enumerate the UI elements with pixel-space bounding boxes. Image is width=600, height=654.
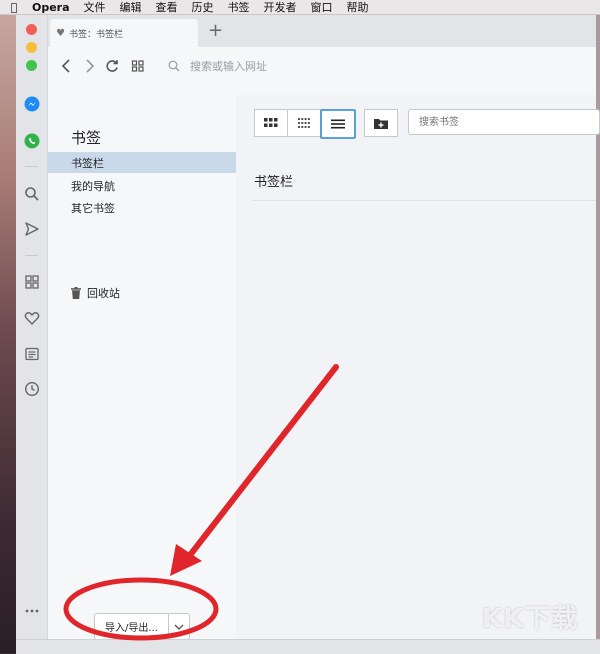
grid-small-icon: [298, 118, 310, 128]
menu-edit[interactable]: 编辑: [120, 0, 142, 15]
menu-window[interactable]: 窗口: [311, 0, 333, 15]
new-tab-button[interactable]: +: [208, 21, 223, 41]
view-list-button[interactable]: [320, 109, 356, 139]
trash-icon: [71, 287, 81, 299]
tab-bar: ♥ 书签：书签栏 +: [48, 15, 596, 47]
import-export-button[interactable]: 导入/导出...: [94, 613, 190, 640]
desktop-wallpaper: [0, 15, 16, 653]
new-folder-button[interactable]: [364, 109, 398, 137]
bookmark-search-field[interactable]: [408, 109, 600, 135]
history-clock-icon[interactable]: [22, 379, 42, 399]
folder-label: 我的导航: [71, 179, 115, 193]
menu-history[interactable]: 历史: [192, 0, 214, 15]
folder-label: 书签栏: [71, 156, 104, 170]
watermark-logo: KK下载: [482, 604, 579, 634]
back-button[interactable]: [58, 58, 74, 74]
view-small-grid-button[interactable]: [287, 109, 321, 137]
folder-label: 其它书签: [71, 201, 115, 215]
menu-file[interactable]: 文件: [84, 0, 106, 15]
window-bottom-edge: [16, 639, 600, 654]
messenger-icon[interactable]: [22, 94, 42, 114]
menu-help[interactable]: 帮助: [347, 0, 369, 15]
more-icon[interactable]: [22, 601, 42, 621]
tabs-grid-button[interactable]: [130, 58, 146, 74]
reload-button[interactable]: [104, 58, 120, 74]
address-bar[interactable]: 搜索或输入网址: [168, 53, 588, 79]
import-export-label: 导入/导出...: [105, 623, 158, 634]
add-folder-icon: [374, 118, 388, 129]
trash-label: 回收站: [87, 287, 120, 300]
bookmarks-content: 书签栏: [236, 95, 600, 639]
news-icon[interactable]: [22, 344, 42, 364]
folder-my-navigation[interactable]: 我的导航: [48, 175, 236, 196]
search-icon: [168, 60, 180, 72]
sidebar-divider: [25, 255, 38, 256]
send-icon[interactable]: [22, 219, 42, 239]
trash-folder[interactable]: 回收站: [71, 285, 120, 301]
list-icon: [331, 119, 345, 129]
close-window-button[interactable]: [26, 24, 37, 35]
menu-view[interactable]: 查看: [156, 0, 178, 15]
tab-bookmarks[interactable]: ♥ 书签：书签栏: [50, 19, 198, 47]
search-icon[interactable]: [22, 184, 42, 204]
bookmarks-panel: 书签 书签栏 我的导航 其它书签 回收站 导入/导出...: [48, 95, 237, 640]
mac-menubar:  Opera 文件 编辑 查看 历史 书签 开发者 窗口 帮助: [0, 0, 600, 15]
heart-icon[interactable]: [22, 308, 42, 328]
chevron-down-icon[interactable]: [168, 614, 189, 639]
panel-title: 书签: [71, 129, 102, 147]
bookmark-search-input[interactable]: [417, 115, 591, 129]
menu-app-opera[interactable]: Opera: [32, 1, 70, 14]
apple-icon[interactable]: : [6, 1, 22, 14]
folder-bookmarks-bar[interactable]: 书签栏: [48, 152, 236, 173]
minimize-window-button[interactable]: [26, 42, 37, 53]
opera-sidebar: [16, 15, 48, 639]
menu-developer[interactable]: 开发者: [264, 0, 297, 15]
heart-icon: ♥: [56, 27, 65, 39]
sidebar-divider: [25, 166, 38, 167]
grid-large-icon: [264, 118, 278, 127]
address-placeholder: 搜索或输入网址: [190, 60, 267, 73]
opera-window: ♥ 书签：书签栏 + 搜索或输入网址 书签 书签栏 我的导航 其它书签 回收站 …: [16, 15, 600, 640]
folder-heading: 书签栏: [254, 175, 294, 190]
speed-dial-icon[interactable]: [22, 272, 42, 292]
forward-button[interactable]: [82, 58, 98, 74]
whatsapp-icon[interactable]: [22, 131, 42, 151]
divider: [252, 200, 596, 201]
view-large-grid-button[interactable]: [254, 109, 288, 137]
tab-title: 书签：书签栏: [68, 29, 123, 40]
folder-other-bookmarks[interactable]: 其它书签: [48, 197, 236, 218]
menu-bookmarks[interactable]: 书签: [228, 0, 250, 15]
zoom-window-button[interactable]: [26, 60, 37, 71]
